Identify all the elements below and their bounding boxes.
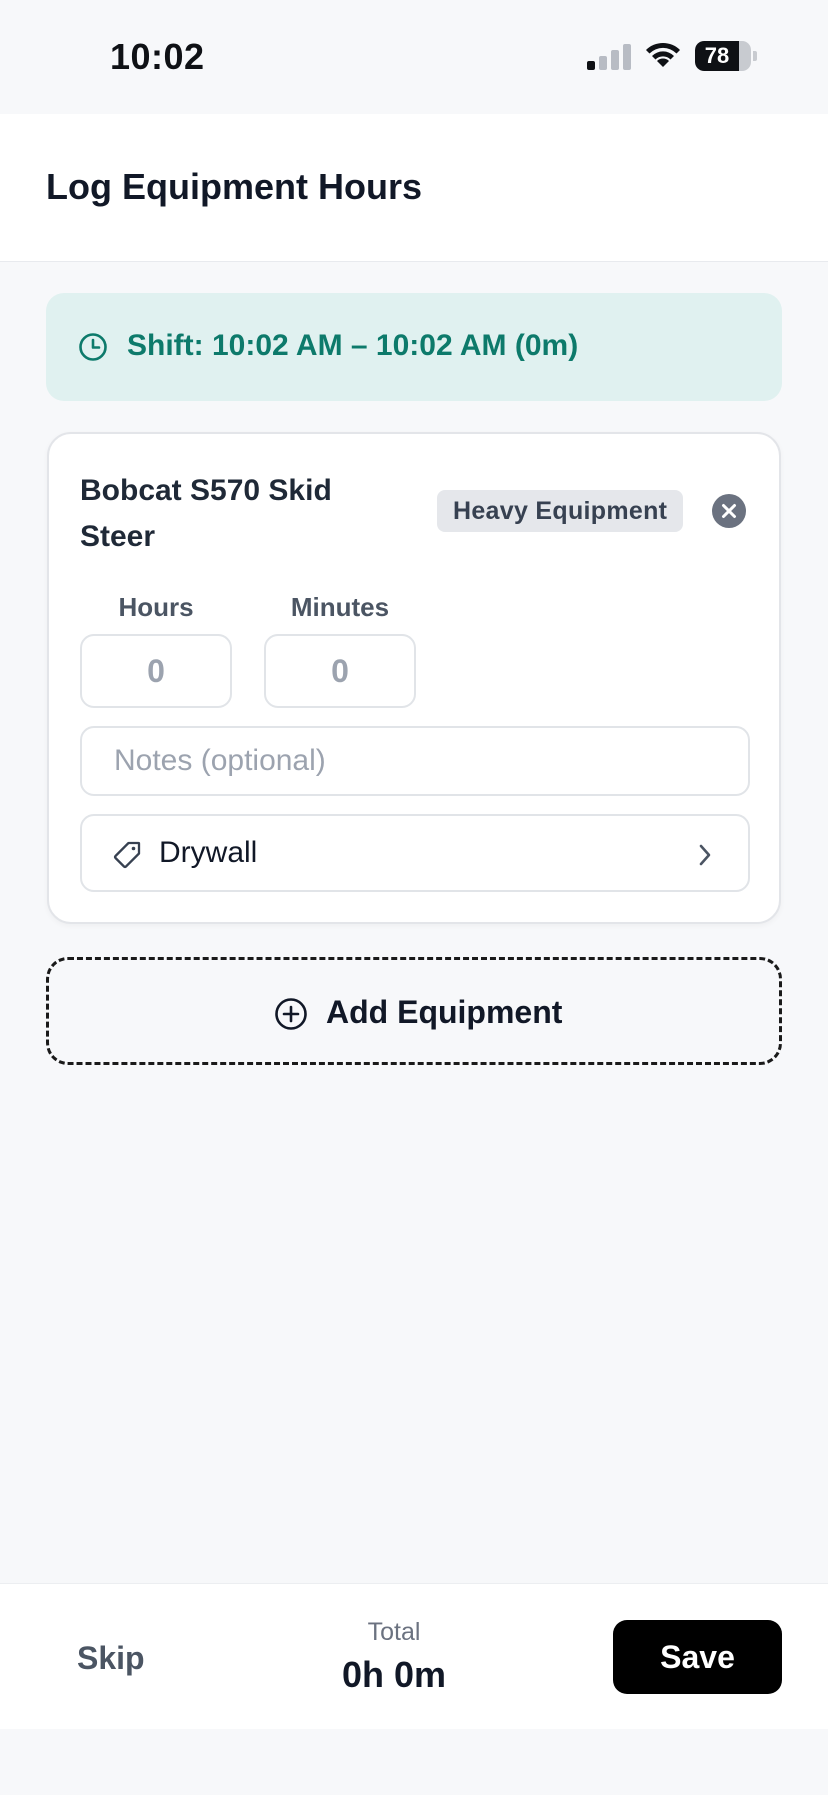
total-label: Total: [367, 1618, 421, 1646]
equipment-name: Bobcat S570 Skid Steer: [80, 474, 332, 553]
equipment-card: Bobcat S570 Skid Steer Heavy Equipment H…: [47, 432, 781, 924]
add-equipment-button[interactable]: Add Equipment: [46, 957, 782, 1065]
remove-equipment-button[interactable]: [712, 494, 746, 528]
equipment-category-badge: Heavy Equipment: [437, 490, 684, 532]
status-time: 10:02: [110, 36, 205, 77]
notes-input[interactable]: Notes (optional): [80, 726, 750, 796]
chevron-right-icon: [699, 844, 711, 866]
plus-circle-icon: [275, 998, 307, 1030]
battery-level: 78: [704, 43, 730, 68]
page-header: Log Equipment Hours: [0, 114, 828, 262]
add-equipment-label: Add Equipment: [326, 994, 563, 1030]
minutes-label: Minutes: [290, 592, 390, 622]
close-icon: [722, 504, 736, 518]
hours-input[interactable]: 0: [80, 634, 232, 708]
save-button[interactable]: Save: [613, 1620, 782, 1694]
footer-bar: Skip Total 0h 0m Save: [0, 1583, 828, 1729]
status-bar: 10:02 78: [0, 0, 828, 114]
minutes-input[interactable]: 0: [264, 634, 416, 708]
cost-code-selector[interactable]: Drywall: [80, 814, 750, 892]
tag-icon: [113, 841, 141, 869]
cellular-signal-icon: [587, 44, 631, 70]
battery-icon: 78: [695, 41, 757, 71]
page-title: Log Equipment Hours: [46, 166, 422, 207]
cost-code-value: Drywall: [159, 836, 258, 869]
clock-icon: [79, 333, 107, 361]
skip-button[interactable]: Skip: [77, 1640, 145, 1677]
total-value: 0h 0m: [341, 1654, 447, 1695]
shift-banner: Shift: 10:02 AM – 10:02 AM (0m): [46, 293, 782, 401]
wifi-icon: [646, 42, 680, 67]
shift-time-range: Shift: 10:02 AM – 10:02 AM (0m): [127, 329, 579, 362]
hours-label: Hours: [118, 592, 194, 622]
